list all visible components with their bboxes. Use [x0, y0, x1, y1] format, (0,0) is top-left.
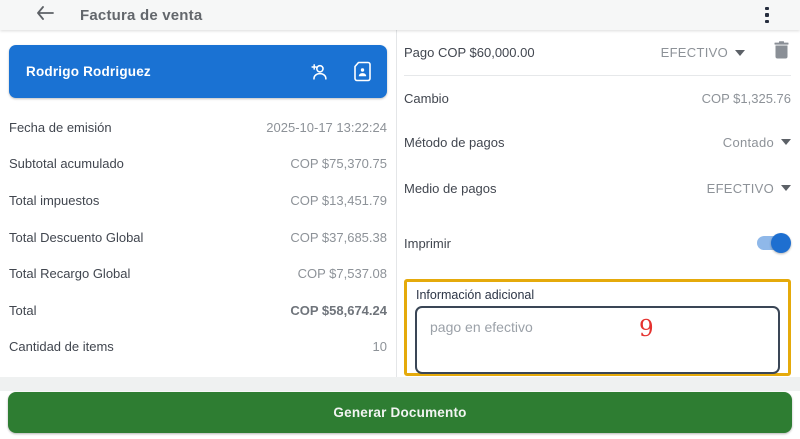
delete-payment-button[interactable]: [771, 43, 791, 63]
field-value: 2025-10-17 13:22:24: [266, 120, 387, 135]
field-value: COP $37,685.38: [290, 230, 387, 245]
field-label: Total impuestos: [9, 193, 99, 208]
field-value: COP $7,537.08: [298, 266, 387, 281]
medio-value: EFECTIVO: [707, 181, 774, 196]
chevron-down-icon: [735, 50, 745, 56]
back-button[interactable]: [32, 2, 58, 28]
metodo-dropdown[interactable]: Contado: [723, 135, 791, 150]
imprimir-toggle[interactable]: [755, 233, 791, 253]
field-row-recargo-global: Total Recargo Global COP $7,537.08: [9, 255, 387, 292]
chevron-down-icon: [781, 139, 791, 145]
trash-icon: [774, 41, 789, 64]
invoice-summary-panel: Rodrigo Rodriguez: [0, 30, 397, 377]
field-value: 10: [373, 339, 387, 354]
payment-entry-method-value: EFECTIVO: [661, 45, 728, 60]
metodo-de-pagos-row: Método de pagos Contado: [404, 120, 791, 164]
page-title: Factura de venta: [80, 7, 202, 24]
cambio-row: Cambio COP $1,325.76: [404, 76, 791, 120]
cambio-value: COP $1,325.76: [702, 91, 791, 106]
payment-entry-method-dropdown[interactable]: EFECTIVO: [661, 45, 745, 60]
metodo-label: Método de pagos: [404, 135, 504, 150]
imprimir-row: Imprimir: [404, 212, 791, 274]
payment-entry-row: Pago COP $60,000.00 EFECTIVO: [404, 30, 791, 76]
payment-entry-label: Pago COP $60,000.00: [404, 45, 535, 60]
field-label: Total: [9, 303, 36, 318]
chevron-down-icon: [781, 185, 791, 191]
field-row-subtotal: Subtotal acumulado COP $75,370.75: [9, 146, 387, 183]
field-row-total: Total COP $58,674.24: [9, 292, 387, 329]
field-label: Total Descuento Global: [9, 230, 143, 245]
field-row-cantidad-items: Cantidad de items 10: [9, 329, 387, 366]
medio-label: Medio de pagos: [404, 181, 497, 196]
field-value: COP $75,370.75: [290, 156, 387, 171]
person-add-icon[interactable]: [308, 61, 330, 83]
additional-info-label: Información adicional: [416, 288, 780, 302]
field-value: COP $13,451.79: [290, 193, 387, 208]
medio-dropdown[interactable]: EFECTIVO: [707, 181, 791, 196]
overflow-menu-button[interactable]: [756, 3, 778, 27]
cambio-label: Cambio: [404, 91, 449, 106]
field-label: Cantidad de items: [9, 339, 114, 354]
kebab-vertical-icon: [765, 7, 769, 24]
top-app-bar: Factura de venta: [0, 0, 800, 30]
footer-bar: Generar Documento: [0, 391, 800, 439]
invoice-content: Rodrigo Rodriguez: [0, 30, 800, 377]
medio-de-pagos-row: Medio de pagos EFECTIVO: [404, 164, 791, 212]
contact-document-icon[interactable]: [351, 61, 373, 83]
payment-panel: Pago COP $60,000.00 EFECTIVO Cambio COP …: [397, 30, 800, 377]
field-label: Fecha de emisión: [9, 120, 112, 135]
invoice-field-list: Fecha de emisión 2025-10-17 13:22:24 Sub…: [9, 109, 387, 365]
field-row-descuento-global: Total Descuento Global COP $37,685.38: [9, 219, 387, 256]
generate-document-button[interactable]: Generar Documento: [8, 392, 792, 433]
field-label: Total Recargo Global: [9, 266, 130, 281]
field-row-impuestos: Total impuestos COP $13,451.79: [9, 182, 387, 219]
additional-info-input[interactable]: [415, 306, 780, 374]
toggle-thumb: [771, 233, 791, 253]
field-value: COP $58,674.24: [290, 303, 387, 318]
additional-info-annotation-box: Información adicional 9: [404, 279, 791, 376]
field-label: Subtotal acumulado: [9, 156, 124, 171]
customer-select-button[interactable]: Rodrigo Rodriguez: [9, 45, 387, 98]
field-row-fecha-emision: Fecha de emisión 2025-10-17 13:22:24: [9, 109, 387, 146]
content-footer-gap: [0, 377, 800, 391]
arrow-left-icon: [36, 6, 54, 25]
metodo-value: Contado: [723, 135, 774, 150]
customer-name: Rodrigo Rodriguez: [26, 64, 151, 79]
imprimir-label: Imprimir: [404, 236, 451, 251]
